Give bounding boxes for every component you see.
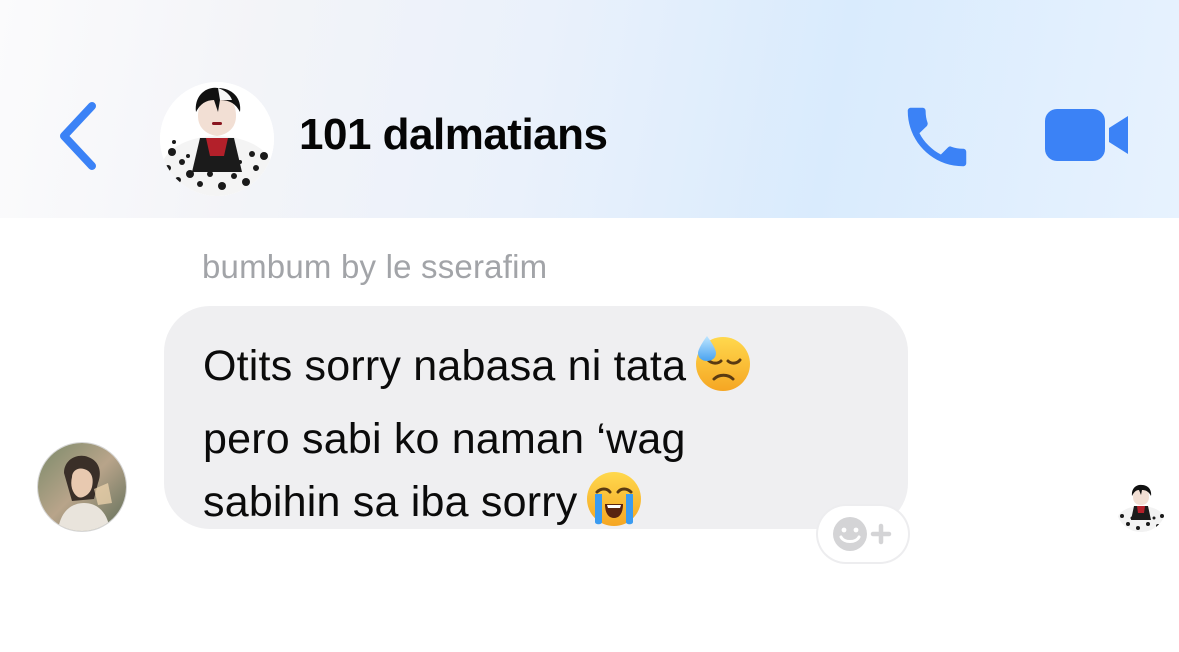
voice-call-button[interactable] [898,98,976,176]
message-text-line-3: sabihin sa iba sorry [203,478,578,526]
message-text-line-2: pero sabi ko naman ‘wag [203,415,686,463]
loudly-crying-face-emoji [585,470,643,545]
downcast-face-with-sweat-emoji [694,334,752,409]
message-line: sabihin sa iba sorry [203,470,888,545]
read-receipt-avatar [1116,482,1166,532]
back-button[interactable] [48,96,108,176]
video-call-button[interactable] [1042,104,1132,166]
chat-header: 101 dalmatians [0,0,1179,218]
phone-icon [907,107,967,167]
sender-avatar-image [38,443,126,531]
conversation-title[interactable]: 101 dalmatians [299,110,608,160]
message-bubble[interactable]: Otits sorry nabasa ni tata pero sabi ko … [164,306,908,529]
read-receipt-image [1116,482,1166,532]
group-avatar[interactable] [160,82,274,196]
video-camera-icon [1045,109,1128,161]
message-text-line-1: Otits sorry nabasa ni tata [203,342,687,390]
add-reaction-button[interactable] [818,506,908,562]
chat-screen: 101 dalmatians bumbum by le sserafim Oti… [0,0,1179,652]
add-reaction-icon [833,517,892,551]
sender-avatar[interactable] [38,443,126,531]
chevron-left-icon [60,102,96,170]
group-avatar-image [160,82,274,196]
reply-context-label: bumbum by le sserafim [202,248,548,285]
message-line: pero sabi ko naman ‘wag [203,409,888,470]
message-line: Otits sorry nabasa ni tata [203,334,888,409]
